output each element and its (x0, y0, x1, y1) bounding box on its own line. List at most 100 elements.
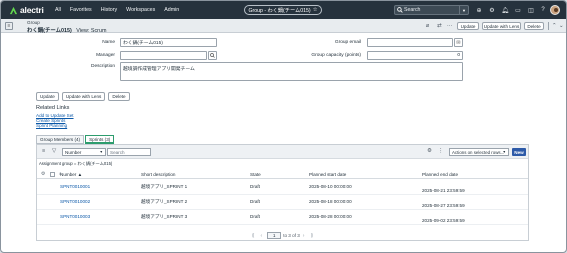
activity-icon[interactable]: ⇄ (437, 23, 442, 29)
nav-history[interactable]: History (101, 7, 117, 13)
col-planned-start[interactable]: Planned start date (309, 172, 346, 177)
record-header: ≡ Group わく鍋(チーム015) View: Scrum ⌀ ⇄ ⋯ Up… (1, 19, 566, 34)
nav-workspaces[interactable]: Workspaces (126, 7, 155, 13)
table-row: SPNT0010001 越境アプリ_SPRINT 1 Draft 2025-08… (37, 180, 528, 195)
group-email-label: Group email (334, 40, 361, 45)
pagination: ⟪ ‹ 1 to 3 of 3 › ⟫ (37, 231, 528, 240)
form-delete-button[interactable]: Delete (108, 92, 130, 101)
prev-page-icon[interactable]: ‹ (261, 233, 263, 239)
arrow-up-icon[interactable]: ⌃ (552, 23, 557, 29)
chevron-down-icon: ▼ (99, 150, 103, 154)
next-page-icon[interactable]: › (303, 233, 305, 239)
arrow-down-icon[interactable]: ⌄ (559, 23, 564, 29)
tab-sprints[interactable]: Sprints (3) (85, 135, 115, 144)
row-planned-end: 2025-09-02 23:59:59 (422, 218, 465, 223)
col-state[interactable]: State (250, 172, 261, 177)
manager-field[interactable] (120, 51, 207, 60)
help-icon[interactable]: ⊕ (475, 6, 483, 14)
first-page-icon[interactable]: ⟪ (252, 233, 255, 239)
description-label: Description (91, 64, 115, 69)
form-update-with-lens-button[interactable]: Update with Lens (61, 92, 106, 101)
update-with-lens-button[interactable]: Update with Lens (482, 22, 521, 30)
row-planned-end: 2025-08-27 23:59:59 (422, 203, 465, 208)
avatar[interactable] (550, 5, 560, 15)
nav-admin[interactable]: Admin (164, 7, 179, 13)
view-label[interactable]: View: Scrum (76, 28, 106, 34)
nav-all[interactable]: All (55, 7, 61, 13)
row-state: Draft (250, 199, 260, 204)
chevron-down-icon: ▼ (502, 150, 506, 154)
filter-icon[interactable]: ▽ (52, 148, 56, 154)
attachment-icon[interactable]: ⌀ (426, 23, 429, 29)
row-short-description: 越境アプリ_SPRINT 1 (141, 184, 188, 189)
breadcrumb[interactable]: Assignment group = わく鍋(チーム015) (39, 161, 112, 167)
col-number[interactable]: Number ▲ (60, 172, 82, 177)
list-menu-icon[interactable]: ≡ (42, 148, 45, 154)
actions-select[interactable]: Actions on selected rows... ▼ (449, 148, 509, 156)
row-number[interactable]: SPNT0010003 (60, 214, 90, 219)
description-field[interactable]: 越境調作成管理アプリ開発チーム (120, 62, 463, 81)
row-planned-end: 2025-08-21 23:59:59 (422, 188, 465, 193)
row-planned-start: 2025-08-28 00:00:00 (309, 214, 352, 219)
nav-favorites[interactable]: Favorites (70, 7, 92, 13)
page-range: to 3 of 3 (283, 233, 300, 238)
actions-select-label: Actions on selected rows... (452, 149, 505, 155)
gear-icon[interactable]: ⚙ (488, 6, 496, 14)
table-row: SPNT0010002 越境アプリ_SPRINT 2 Draft 2025-08… (37, 195, 528, 210)
name-field[interactable]: わく鍋(チーム015) (120, 38, 217, 47)
link-sprint-planning[interactable]: Sprint Planning (36, 123, 74, 128)
form-update-button[interactable]: Update (36, 92, 59, 101)
row-state: Draft (250, 184, 260, 189)
more-options-icon[interactable]: ⋮ (438, 148, 444, 154)
record-context-label: Group - わく鍋(チーム015) (248, 7, 311, 14)
star-icon[interactable]: ☆ (313, 7, 318, 13)
list-search-input[interactable] (107, 148, 151, 156)
global-search: ▼ (394, 5, 469, 15)
related-list-tabs: Group Members (4) Sprints (3) (36, 135, 115, 144)
capacity-field[interactable]: 0 (367, 51, 463, 60)
logo[interactable]: alectri (9, 5, 49, 15)
new-button[interactable]: New (512, 148, 526, 156)
page-input[interactable]: 1 (267, 232, 282, 239)
row-planned-start: 2025-08-10 00:00:00 (309, 184, 352, 189)
chat-icon[interactable]: ▭ (514, 6, 522, 14)
related-links: Related Links Add to Update Set Create S… (36, 105, 74, 128)
row-number[interactable]: SPNT0010001 (60, 184, 90, 189)
row-state: Draft (250, 214, 260, 219)
update-button[interactable]: Update (457, 22, 479, 30)
scratchpad-icon[interactable]: ◫ (527, 6, 535, 14)
chevron-down-icon[interactable]: ▼ (459, 6, 468, 14)
last-page-icon[interactable]: ⟫ (310, 233, 313, 239)
col-planned-end[interactable]: Planned end date (422, 172, 458, 177)
delete-button[interactable]: Delete (524, 22, 544, 30)
settings-icon[interactable]: ⚙ (427, 148, 432, 154)
manager-label: Manager (96, 53, 115, 58)
column-options-icon[interactable]: ⚙ (41, 171, 45, 177)
row-short-description: 越境アプリ_SPRINT 3 (141, 214, 188, 219)
select-all-checkbox[interactable] (50, 172, 55, 177)
email-icon[interactable]: ✉ (454, 38, 463, 47)
help-circle-icon[interactable]: ? (539, 6, 547, 14)
tab-group-members[interactable]: Group Members (4) (36, 135, 85, 144)
table-header: ⚙ ⌕ Number ▲ Short description State Pla… (37, 169, 528, 179)
search-icon (395, 7, 404, 13)
search-icon (210, 53, 215, 58)
search-field-value: Number (65, 149, 82, 155)
manager-lookup-button[interactable] (208, 51, 217, 60)
bell-icon[interactable]: 🔔︎ (501, 6, 509, 14)
name-label: Name (102, 40, 115, 45)
form-buttons: Update Update with Lens Delete (36, 92, 133, 101)
related-links-heading: Related Links (36, 105, 70, 111)
col-short-description[interactable]: Short description (141, 172, 175, 177)
global-search-input[interactable] (404, 7, 456, 13)
row-short-description: 越境アプリ_SPRINT 2 (141, 199, 188, 204)
more-icon[interactable]: ⋯ (447, 23, 453, 29)
group-email-field[interactable] (367, 38, 453, 47)
record-type: Group (27, 20, 40, 25)
record-title: わく鍋(チーム015) (27, 28, 72, 34)
search-field-select[interactable]: Number ▼ (62, 148, 106, 156)
row-number[interactable]: SPNT0010002 (60, 199, 90, 204)
record-context-pill[interactable]: Group - わく鍋(チーム015) ☆ (244, 5, 322, 15)
row-planned-start: 2025-08-18 00:00:00 (309, 199, 352, 204)
form-menu-icon[interactable]: ≡ (5, 22, 13, 30)
